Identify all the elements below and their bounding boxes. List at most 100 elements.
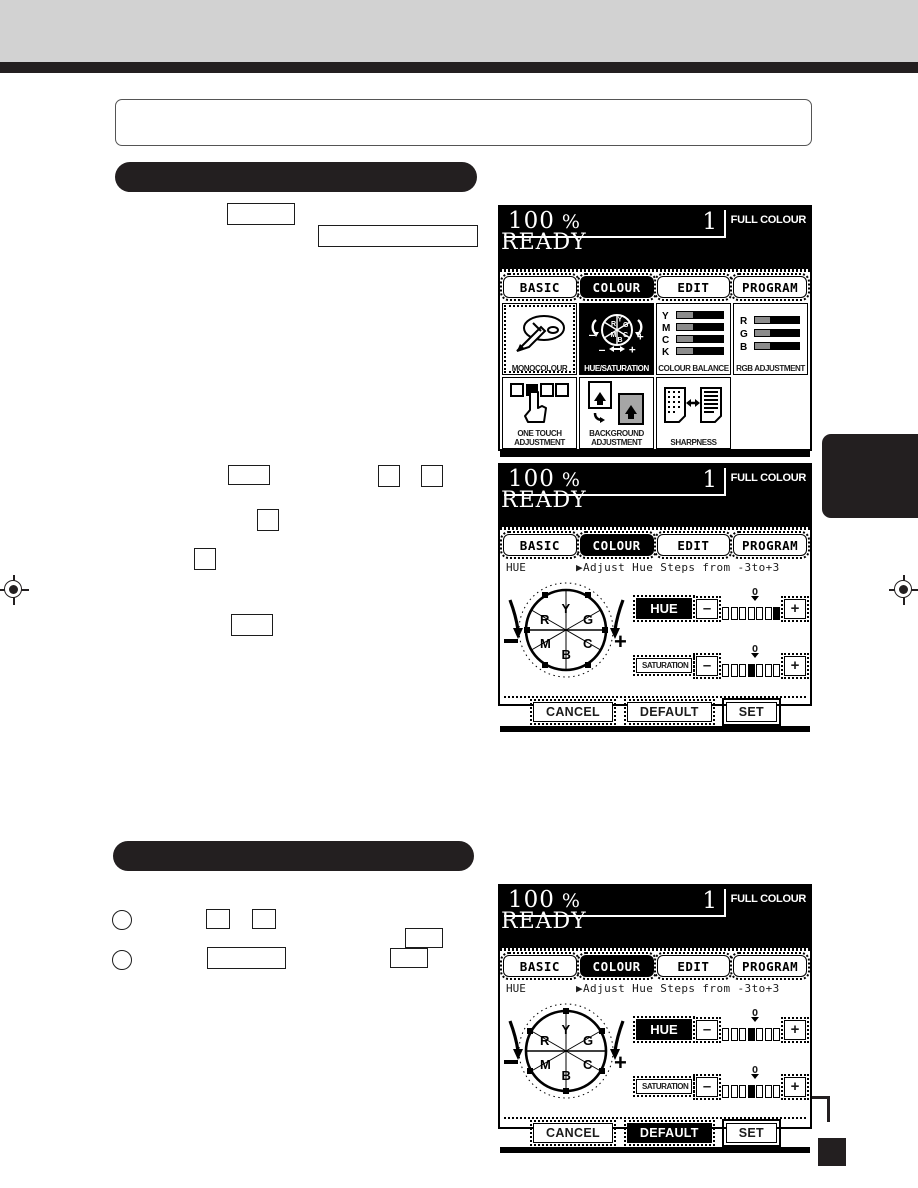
status-message: READY <box>501 909 587 934</box>
svg-text:B: B <box>562 647 571 662</box>
function-sharpness[interactable]: SHARPNESS <box>656 377 731 449</box>
hue-instruction: ▶Adjust Hue Steps from -3to+3 <box>576 982 780 995</box>
tab-colour[interactable]: COLOUR <box>576 531 657 559</box>
svg-text:M: M <box>540 1057 551 1072</box>
function-empty-slot <box>733 377 808 449</box>
saturation-slider-row[interactable]: SATURATION – O + <box>633 644 809 686</box>
step-label-13 <box>390 948 428 968</box>
step-label-5 <box>421 465 443 487</box>
svg-text:R: R <box>540 612 550 627</box>
status-message: READY <box>501 488 587 513</box>
svg-text:G: G <box>583 1033 593 1048</box>
tab-basic[interactable]: BASIC <box>500 952 580 980</box>
copy-count: 1 <box>702 209 717 235</box>
lcd-panel-hue-default[interactable]: 100% 1 FULL COLOUR READY BASIC COLOUR ED… <box>498 884 812 1153</box>
tab-edit[interactable]: EDIT <box>653 273 734 301</box>
colour-mode-label: FULL COLOUR <box>730 893 807 905</box>
saturation-plus-button[interactable]: + <box>781 652 809 679</box>
action-button-row[interactable]: CANCEL DEFAULT SET <box>504 696 806 726</box>
tab-program[interactable]: PROGRAM <box>730 273 810 301</box>
tab-program[interactable]: PROGRAM <box>730 531 810 559</box>
hue-plus-button[interactable]: + <box>781 595 809 622</box>
colour-wheel-diagram: RYG CBM + <box>504 576 636 694</box>
status-bar: 100% 1 FULL COLOUR READY <box>500 207 810 269</box>
hue-header: HUE ▶Adjust Hue Steps from -3to+3 <box>500 559 810 574</box>
set-button[interactable]: SET <box>721 1119 781 1147</box>
tab-edit[interactable]: EDIT <box>653 952 734 980</box>
status-bar: 100% 1 FULL COLOUR READY <box>500 465 810 527</box>
tab-bar[interactable]: BASIC COLOUR EDIT PROGRAM <box>500 951 810 980</box>
tab-bar[interactable]: BASIC COLOUR EDIT PROGRAM <box>500 530 810 559</box>
bullet-point-2 <box>112 950 132 970</box>
function-label: MONOCOLOUR <box>511 363 568 373</box>
saturation-button[interactable]: SATURATION <box>633 1076 695 1097</box>
hue-slider-row[interactable]: HUE – O + <box>633 1008 809 1050</box>
step-label-4 <box>378 465 400 487</box>
default-button[interactable]: DEFAULT <box>623 1120 715 1146</box>
hue-minus-button[interactable]: – <box>693 1016 721 1043</box>
tab-program[interactable]: PROGRAM <box>730 952 810 980</box>
default-button[interactable]: DEFAULT <box>623 699 715 725</box>
slider-controls[interactable]: HUE – O + SATURATION – O + <box>633 576 809 694</box>
saturation-plus-button[interactable]: + <box>781 1073 809 1100</box>
tab-bar[interactable]: BASIC COLOUR EDIT PROGRAM <box>500 272 810 301</box>
saturation-scale[interactable] <box>722 664 780 677</box>
svg-text:M: M <box>540 636 551 651</box>
function-one-touch-adjustment[interactable]: ONE TOUCH ADJUSTMENT <box>502 377 577 449</box>
tab-basic[interactable]: BASIC <box>500 531 580 559</box>
tab-edit[interactable]: EDIT <box>653 531 734 559</box>
section-heading-bar-2 <box>113 841 474 871</box>
hue-scale[interactable] <box>722 607 780 620</box>
cancel-button[interactable]: CANCEL <box>530 1120 616 1146</box>
registration-mark-right <box>889 575 918 605</box>
step-label-3 <box>228 465 270 485</box>
hue-button[interactable]: HUE <box>633 1016 695 1043</box>
svg-text:B: B <box>617 337 622 344</box>
tab-colour[interactable]: COLOUR <box>576 952 657 980</box>
function-background-adjustment[interactable]: BACKGROUND ADJUSTMENT <box>579 377 654 449</box>
function-hue-saturation[interactable]: R Y G C B M – + – + HUE/SATURATION <box>579 303 654 375</box>
action-button-row[interactable]: CANCEL DEFAULT SET <box>504 1117 806 1147</box>
tab-colour[interactable]: COLOUR <box>576 273 657 301</box>
saturation-scale[interactable] <box>722 1085 780 1098</box>
slider-controls[interactable]: HUE – O + SATURATION – O + <box>633 997 809 1115</box>
colour-mode-label: FULL COLOUR <box>730 472 807 484</box>
svg-text:+: + <box>614 629 627 654</box>
set-button[interactable]: SET <box>721 698 781 726</box>
hue-adjust-body[interactable]: RYG CBM + HUE – O + SATURATION – O + <box>500 574 810 694</box>
hue-minus-button[interactable]: – <box>693 595 721 622</box>
step-label-8 <box>231 614 273 636</box>
index-tab <box>822 434 918 518</box>
panel-footer <box>500 1147 810 1153</box>
page-corner-block <box>818 1138 846 1166</box>
finger-press-icon <box>503 378 576 430</box>
tab-basic[interactable]: BASIC <box>500 273 580 301</box>
function-monocolour[interactable]: MONOCOLOUR <box>502 303 577 375</box>
saturation-minus-button[interactable]: – <box>693 1073 721 1100</box>
lcd-panel-hue-adjusted[interactable]: 100% 1 FULL COLOUR READY BASIC COLOUR ED… <box>498 463 812 732</box>
copy-count: 1 <box>702 467 717 493</box>
hue-title: HUE <box>506 982 526 995</box>
colour-function-grid[interactable]: MONOCOLOUR R Y G C B M – + – + HUE/SATUR… <box>500 301 810 451</box>
saturation-slider-row[interactable]: SATURATION – O + <box>633 1065 809 1107</box>
hue-instruction: ▶Adjust Hue Steps from -3to+3 <box>576 561 780 574</box>
step-label-7 <box>194 548 216 570</box>
hue-scale[interactable] <box>722 1028 780 1041</box>
lcd-panel-colour-menu[interactable]: 100% 1 FULL COLOUR READY BASIC COLOUR ED… <box>498 205 812 457</box>
hue-plus-button[interactable]: + <box>781 1016 809 1043</box>
colour-wheel-icon: R Y G C B M – + – + <box>580 304 653 365</box>
saturation-minus-button[interactable]: – <box>693 652 721 679</box>
function-rgb-adjustment[interactable]: RGB RGB ADJUSTMENT <box>733 303 808 375</box>
svg-text:+: + <box>637 330 644 343</box>
svg-text:R: R <box>611 321 616 328</box>
cancel-button[interactable]: CANCEL <box>530 699 616 725</box>
function-colour-balance[interactable]: YM CK COLOUR BALANCE <box>656 303 731 375</box>
hue-button[interactable]: HUE <box>633 595 695 622</box>
sharpness-pages-icon <box>657 378 730 439</box>
svg-text:B: B <box>562 1068 571 1083</box>
saturation-button[interactable]: SATURATION <box>633 655 695 676</box>
svg-text:Y: Y <box>562 601 571 616</box>
hue-slider-row[interactable]: HUE – O + <box>633 587 809 629</box>
hue-adjust-body[interactable]: RYG CBM + HUE – O + SATURATION – O + <box>500 995 810 1115</box>
saturation-zero-arrow <box>751 653 759 658</box>
